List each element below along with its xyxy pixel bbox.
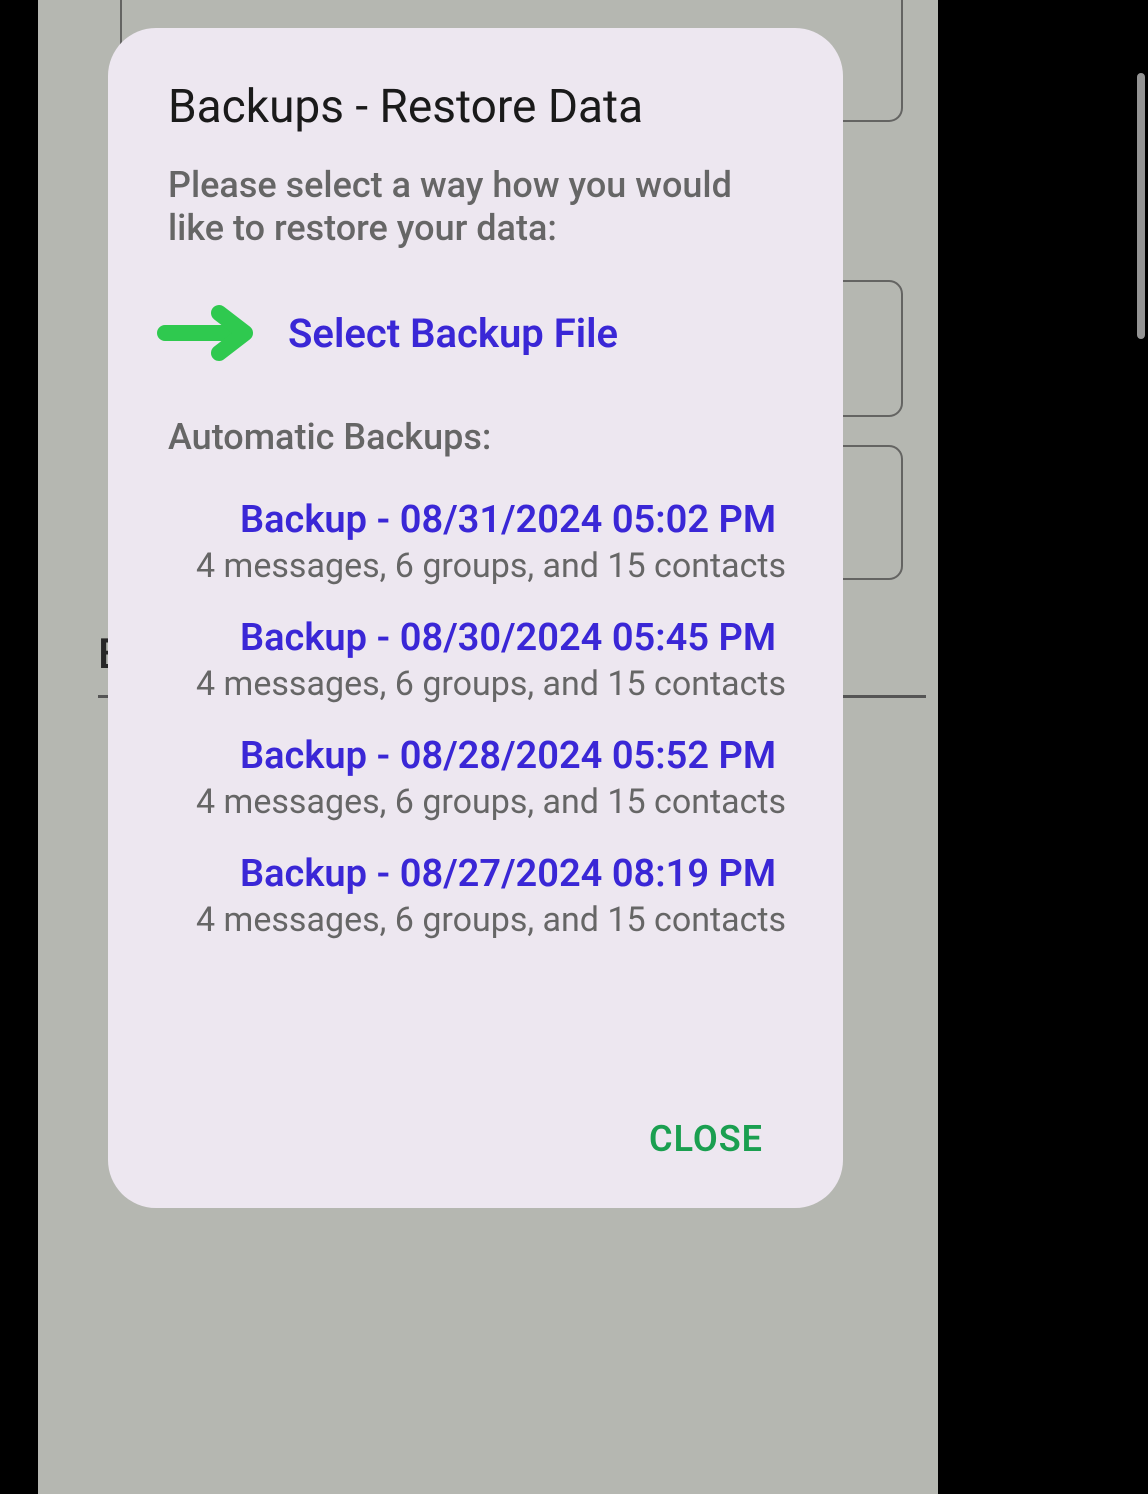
automatic-backups-heading: Automatic Backups: (168, 416, 803, 458)
backup-item-title: Backup - 08/27/2024 08:19 PM (196, 852, 803, 896)
backup-item-details: 4 messages, 6 groups, and 15 contacts (196, 782, 803, 822)
backup-list-item[interactable]: Backup - 08/28/2024 05:52 PM 4 messages,… (196, 734, 803, 822)
dialog-actions: CLOSE (168, 1106, 803, 1172)
backup-item-title: Backup - 08/31/2024 05:02 PM (196, 498, 803, 542)
backup-list-item[interactable]: Backup - 08/27/2024 08:19 PM 4 messages,… (196, 852, 803, 940)
backup-item-title: Backup - 08/28/2024 05:52 PM (196, 734, 803, 778)
select-file-link-label: Select Backup File (288, 310, 618, 357)
dialog-title: Backups - Restore Data (168, 80, 803, 134)
backup-item-details: 4 messages, 6 groups, and 15 contacts (196, 664, 803, 704)
close-button[interactable]: CLOSE (629, 1106, 783, 1172)
restore-data-dialog: Backups - Restore Data Please select a w… (108, 28, 843, 1208)
backup-item-title: Backup - 08/30/2024 05:45 PM (196, 616, 803, 660)
backup-list-item[interactable]: Backup - 08/30/2024 05:45 PM 4 messages,… (196, 616, 803, 704)
backup-item-details: 4 messages, 6 groups, and 15 contacts (196, 900, 803, 940)
backup-list: Backup - 08/31/2024 05:02 PM 4 messages,… (168, 498, 803, 940)
dialog-subtitle: Please select a way how you would like t… (168, 164, 803, 250)
select-backup-file-button[interactable]: Select Backup File (154, 298, 803, 368)
backup-item-details: 4 messages, 6 groups, and 15 contacts (196, 546, 803, 586)
arrow-right-icon (154, 298, 264, 368)
backup-list-item[interactable]: Backup - 08/31/2024 05:02 PM 4 messages,… (196, 498, 803, 586)
